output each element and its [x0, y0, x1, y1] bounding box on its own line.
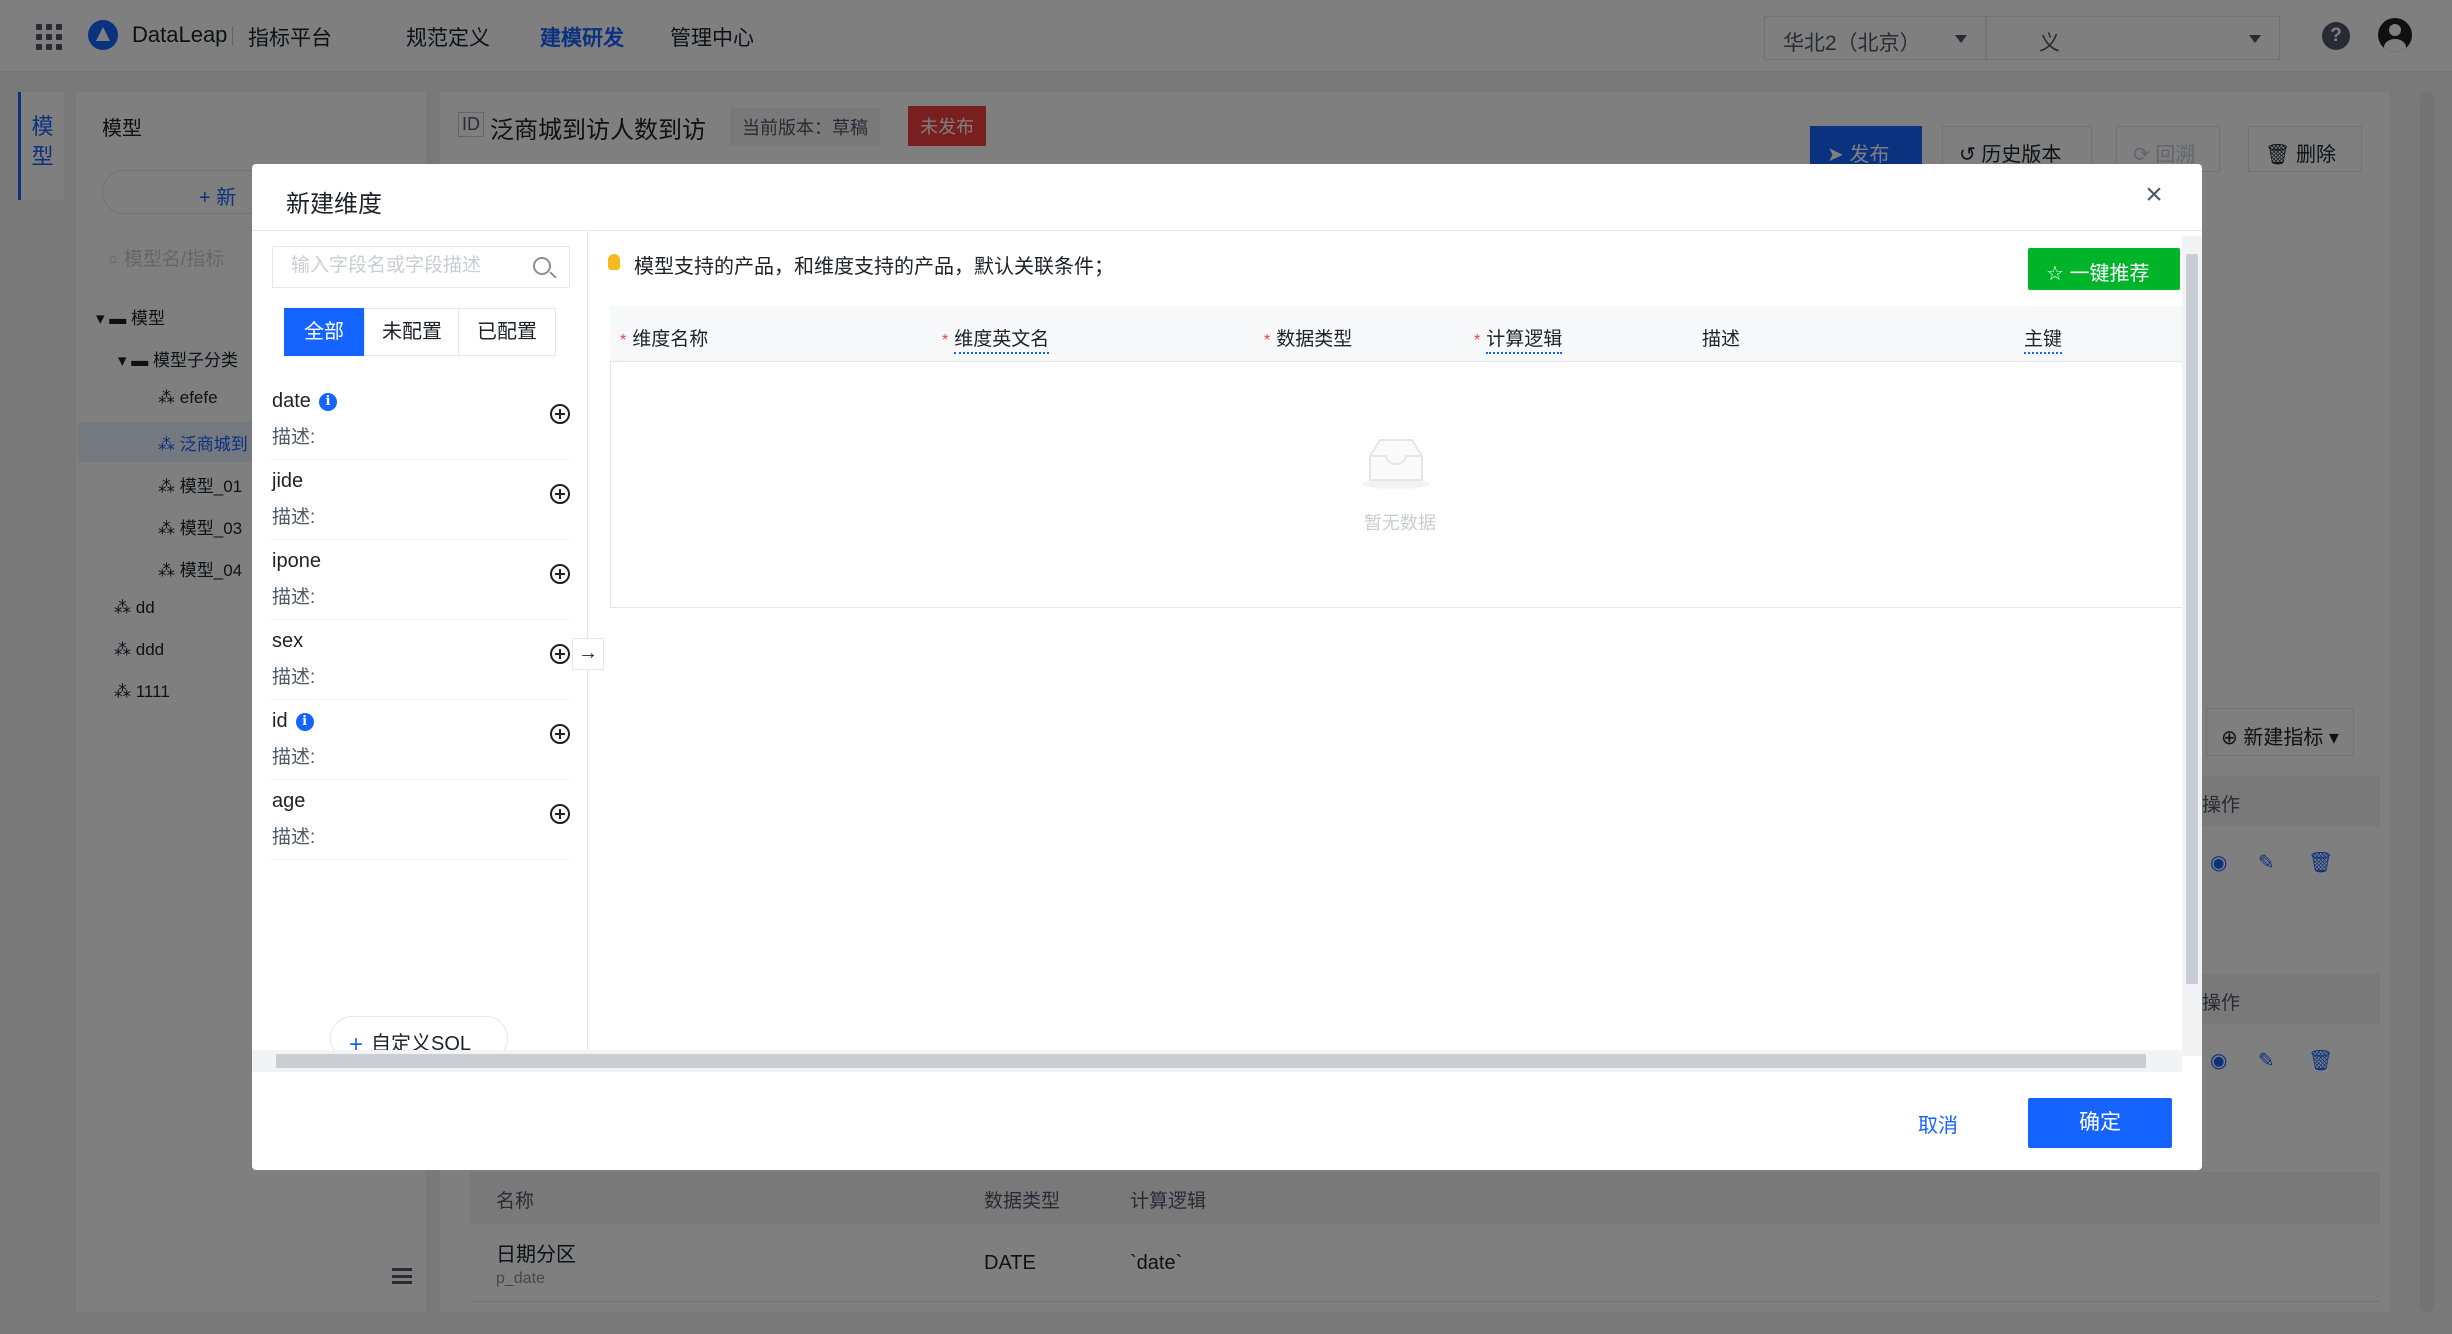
field-desc: 描述: — [272, 747, 316, 768]
segment-configured[interactable]: 已配置 — [458, 308, 556, 356]
field-search-textbox[interactable] — [273, 247, 513, 285]
info-icon[interactable]: i — [295, 713, 314, 731]
add-circle-icon[interactable] — [550, 484, 570, 504]
recommend-label: 一键推荐 — [2069, 263, 2150, 285]
field-name: sex — [272, 630, 304, 652]
add-circle-icon[interactable] — [550, 644, 570, 664]
field-desc: 描述: — [272, 827, 316, 848]
modal-title: 新建维度 — [286, 191, 382, 218]
empty-text: 暂无数据 — [1364, 513, 1436, 533]
col-label: 维度英文名 — [954, 329, 1050, 354]
confirm-button[interactable]: 确定 — [2028, 1098, 2172, 1148]
recommend-button[interactable]: ☆ 一键推荐 — [2028, 248, 2180, 290]
list-item: date i 描述: — [270, 380, 570, 460]
field-desc: 描述: — [272, 667, 316, 688]
col-dimension-name: * 维度名称 — [620, 329, 709, 350]
field-name-text: id — [272, 710, 288, 732]
add-circle-icon[interactable] — [550, 724, 570, 744]
add-circle-icon[interactable] — [550, 564, 570, 584]
empty-inbox-icon — [1362, 439, 1430, 489]
segment-unconfigured[interactable]: 未配置 — [364, 308, 460, 356]
transfer-arrow-button[interactable]: → — [572, 638, 604, 670]
field-desc: 描述: — [272, 587, 316, 608]
list-item: jide 描述: — [270, 460, 570, 540]
field-desc: 描述: — [272, 507, 316, 528]
col-label: 主键 — [2024, 329, 2063, 354]
col-data-type: * 数据类型 — [1264, 329, 1353, 350]
field-name: jide — [272, 470, 304, 492]
cancel-button[interactable]: 取消 — [1888, 1102, 1988, 1150]
list-item: sex 描述: — [270, 620, 570, 700]
list-item: age 描述: — [270, 780, 570, 860]
dimension-table-head — [610, 306, 2184, 362]
field-name: date i — [272, 390, 337, 413]
field-name: id i — [272, 710, 314, 733]
list-item: id i 描述: — [270, 700, 570, 780]
field-name-text: date — [272, 390, 311, 412]
list-item: ipone 描述: — [270, 540, 570, 620]
info-icon[interactable]: i — [318, 393, 337, 411]
vertical-scroll-thumb[interactable] — [2186, 254, 2198, 984]
col-dimension-en-name: * 维度英文名 — [942, 324, 1050, 354]
association-tip: 模型支持的产品，和维度支持的产品，默认关联条件； — [634, 256, 1114, 278]
field-desc: 描述: — [272, 427, 316, 448]
field-name: age — [272, 790, 306, 812]
field-search-input[interactable] — [272, 246, 570, 288]
field-name: ipone — [272, 550, 321, 572]
new-dimension-modal: 新建维度 × 全部 未配置 已配置 datei 描述: jide 描述: ipo… — [252, 164, 2202, 1170]
col-primary-key: 主键 — [2024, 324, 2063, 354]
close-icon[interactable]: × — [2138, 180, 2170, 212]
add-circle-icon[interactable] — [550, 804, 570, 824]
col-label: 维度名称 — [632, 329, 709, 350]
col-calc-logic: * 计算逻辑 — [1474, 324, 1563, 354]
add-circle-icon[interactable] — [550, 404, 570, 424]
search-icon[interactable] — [533, 257, 551, 275]
col-description: 描述 — [1702, 329, 1741, 350]
col-label: 计算逻辑 — [1486, 329, 1563, 354]
bulb-icon — [608, 254, 620, 270]
segment-all[interactable]: 全部 — [284, 308, 364, 356]
col-label: 数据类型 — [1276, 329, 1353, 350]
horizontal-scroll-thumb[interactable] — [276, 1054, 2146, 1068]
